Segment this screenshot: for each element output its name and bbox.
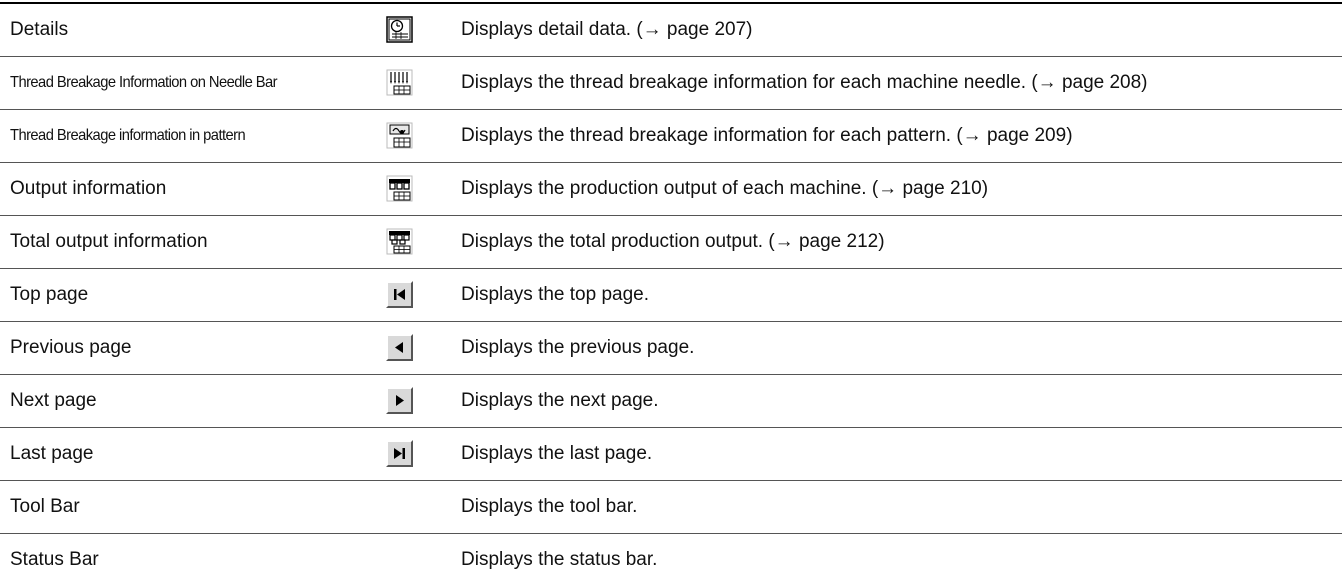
command-name: Output information: [10, 178, 167, 199]
command-name: Next page: [10, 390, 97, 411]
last-page-icon: [386, 440, 413, 467]
table-row: Tool Bar Displays the tool bar.: [0, 481, 1342, 534]
previous-page-icon: [386, 334, 413, 361]
table-row: Top page Displays the top page.: [0, 269, 1342, 322]
table-row: Thread Breakage information in pattern D…: [0, 110, 1342, 163]
total-output-icon: [386, 228, 413, 255]
command-description: Displays the last page.: [461, 443, 653, 464]
needle-bar-thread-icon: [386, 69, 413, 96]
command-name: Thread Breakage information in pattern: [10, 127, 246, 144]
table-row: Output information Displays the producti…: [0, 163, 1342, 216]
command-description: Displays the top page.: [461, 284, 650, 305]
command-description: Displays the total production output. (→…: [461, 231, 885, 252]
next-page-icon: [386, 387, 413, 414]
command-description: Displays the thread breakage information…: [461, 125, 1073, 146]
table-row: Last page Displays the last page.: [0, 428, 1342, 481]
table-row: Previous page Displays the previous page…: [0, 322, 1342, 375]
pattern-thread-icon: [386, 122, 413, 149]
command-name: Thread Breakage Information on Needle Ba…: [10, 74, 278, 91]
details-clock-icon: [386, 16, 413, 43]
command-description: Displays the previous page.: [461, 337, 695, 358]
command-name: Total output information: [10, 231, 208, 252]
table-row: Status Bar Displays the status bar.: [0, 534, 1342, 586]
command-description: Displays detail data. (→ page 207): [461, 19, 753, 40]
table-row: Next page Displays the next page.: [0, 375, 1342, 428]
command-name: Previous page: [10, 337, 132, 358]
command-description: Displays the thread breakage information…: [461, 72, 1148, 93]
table-row: Total output information Displays the to…: [0, 216, 1342, 269]
output-machines-icon: [386, 175, 413, 202]
command-name: Last page: [10, 443, 94, 464]
command-name: Top page: [10, 284, 89, 305]
command-description: Displays the status bar.: [461, 549, 658, 570]
command-description: Displays the tool bar.: [461, 496, 638, 517]
command-name: Status Bar: [10, 549, 99, 570]
first-page-icon: [386, 281, 413, 308]
command-description: Displays the production output of each m…: [461, 178, 989, 199]
command-name: Tool Bar: [10, 496, 80, 517]
command-description: Displays the next page.: [461, 390, 659, 411]
command-name: Details: [10, 19, 69, 40]
table-row: Thread Breakage Information on Needle Ba…: [0, 57, 1342, 110]
table-row: Details Displays detail data. (→ page 20…: [0, 4, 1342, 57]
